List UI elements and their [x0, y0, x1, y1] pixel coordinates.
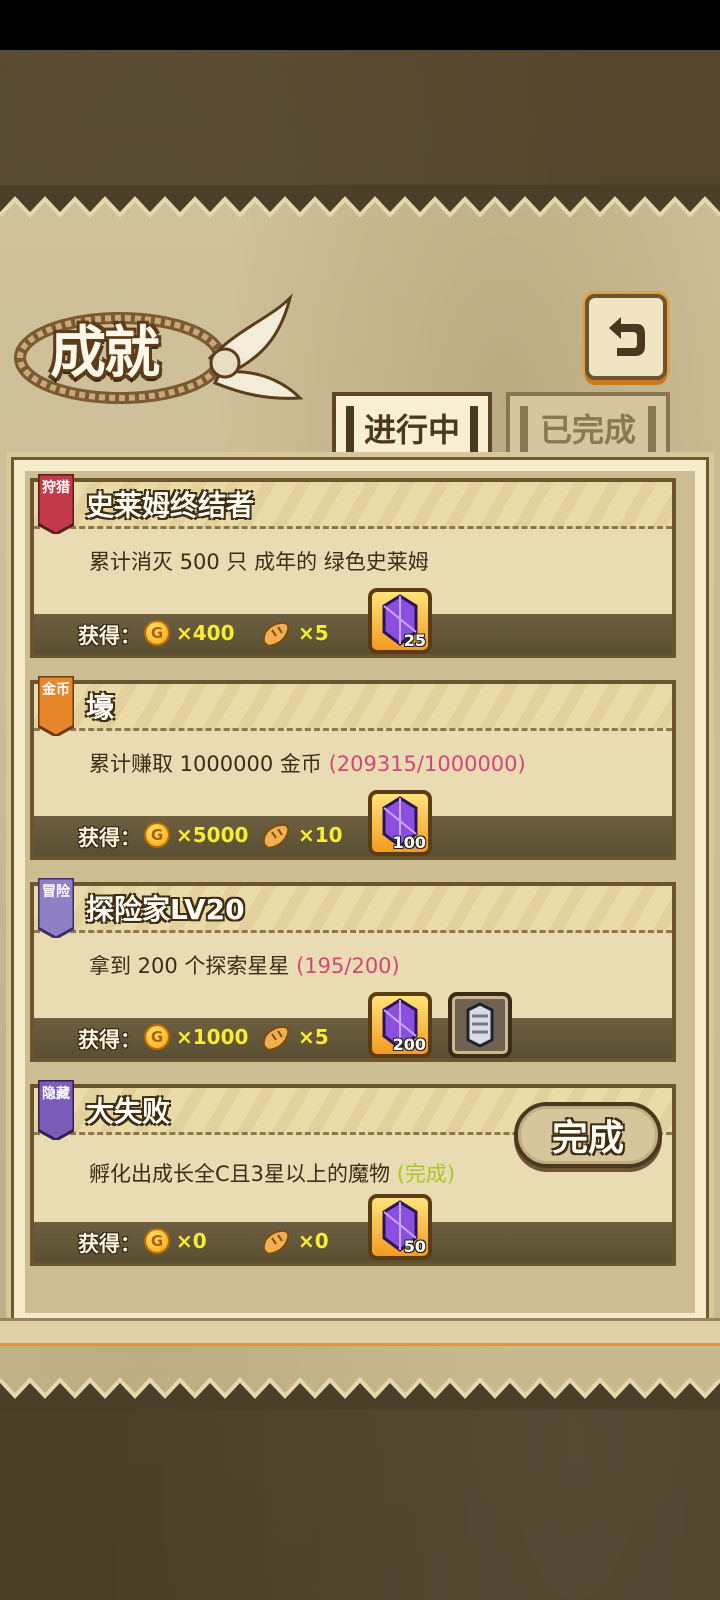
gem-count: 50: [403, 1237, 426, 1256]
progress-text: (195/200): [296, 954, 400, 978]
bread-reward: ×10: [298, 823, 343, 847]
achievement-description: 累计消灭 500 只 成年的 绿色史莱姆: [89, 546, 429, 576]
achievement-description: 孵化出成长全C且3星以上的魔物 (完成): [89, 1158, 455, 1188]
complete-button-label: 完成: [551, 1118, 624, 1159]
coin-reward: ×0: [176, 1229, 207, 1253]
gold-coin-icon: G: [144, 620, 170, 646]
achievement-card: 金币 壕 累计赚取 1000000 金币 (209315/1000000) 获得…: [30, 676, 676, 860]
gem-count: 25: [403, 631, 426, 650]
reward-bar: 获得： G ×0 ×0: [34, 1222, 672, 1262]
tab-divider: [648, 406, 656, 452]
coin-reward: ×5000: [176, 823, 249, 847]
tab-in-progress[interactable]: 进行中: [332, 392, 492, 460]
reward-label: 获得：: [78, 1028, 141, 1052]
tab-label: 已完成: [539, 411, 636, 449]
description-text: 累计赚取 1000000 金币: [89, 752, 329, 776]
badge-label: 金币: [42, 682, 70, 698]
page-title: 成就: [50, 320, 160, 386]
achievement-description: 累计赚取 1000000 金币 (209315/1000000): [89, 748, 526, 778]
description-text: 拿到 200 个探索星星: [89, 954, 297, 978]
gold-coin-icon: G: [144, 822, 170, 848]
bread-icon: [262, 621, 290, 648]
gem-reward-item[interactable]: 25: [368, 588, 432, 654]
tab-label: 进行中: [363, 411, 460, 449]
achievement-title: 史莱姆终结者: [86, 489, 255, 522]
tab-completed[interactable]: 已完成: [506, 392, 670, 460]
badge-label: 隐藏: [42, 1086, 70, 1102]
reward-bar: 获得： G ×5000 ×10: [34, 816, 672, 856]
bread-reward: ×5: [298, 621, 329, 645]
progress-text: (209315/1000000): [328, 752, 526, 776]
coin-reward: ×400: [176, 621, 235, 645]
bread-icon: [262, 1229, 290, 1256]
reward-label: 获得：: [78, 1232, 141, 1256]
achievement-card: 冒险 探险家LV20 拿到 200 个探索星星 (195/200) 获得： G …: [30, 878, 676, 1062]
zigzag-border-bottom: [0, 1377, 720, 1410]
reward-bar: 获得： G ×400 ×5: [34, 614, 672, 654]
armor-reward-item[interactable]: [448, 992, 512, 1058]
reward-label: 获得：: [78, 624, 141, 648]
gold-coin-icon: G: [144, 1024, 170, 1050]
panel-bottom-bar: [0, 1318, 720, 1346]
title-emblem: 成就: [10, 288, 310, 418]
armor-icon: [466, 1002, 494, 1048]
bread-icon: [262, 823, 290, 850]
achievement-title: 壕: [86, 691, 115, 724]
gem-count: 100: [392, 833, 426, 852]
reward-bar: 获得： G ×1000 ×5: [34, 1018, 672, 1058]
gem-reward-item[interactable]: 100: [368, 790, 432, 856]
back-button[interactable]: [585, 294, 667, 380]
coin-reward: ×1000: [176, 1025, 249, 1049]
achievement-title: 大失败: [86, 1095, 171, 1128]
reward-label: 获得：: [78, 826, 141, 850]
description-text: 累计消灭 500 只 成年的 绿色史莱姆: [89, 550, 429, 574]
tab-divider: [346, 406, 354, 452]
return-arrow-icon: [609, 317, 645, 356]
bread-icon: [262, 1025, 290, 1052]
tab-divider: [470, 406, 478, 452]
achievement-description: 拿到 200 个探索星星 (195/200): [89, 950, 400, 980]
status-text: (完成): [396, 1162, 456, 1186]
bread-reward: ×0: [298, 1229, 329, 1253]
tab-divider: [520, 406, 528, 452]
badge-label: 狩猎: [42, 480, 70, 496]
badge-label: 冒险: [42, 884, 70, 900]
gold-coin-icon: G: [144, 1228, 170, 1254]
gem-reward-item[interactable]: 200: [368, 992, 432, 1058]
zigzag-border-top: [0, 185, 720, 218]
description-text: 孵化出成长全C且3星以上的魔物: [89, 1162, 397, 1186]
achievement-card: 狩猎 史莱姆终结者 累计消灭 500 只 成年的 绿色史莱姆 获得： G ×40…: [30, 474, 676, 658]
achievement-title: 探险家LV20: [86, 893, 245, 926]
bread-reward: ×5: [298, 1025, 329, 1049]
card-header: [34, 684, 672, 731]
gem-reward-item[interactable]: 50: [368, 1194, 432, 1260]
gem-count: 200: [392, 1035, 426, 1054]
complete-button[interactable]: 完成: [514, 1102, 662, 1168]
